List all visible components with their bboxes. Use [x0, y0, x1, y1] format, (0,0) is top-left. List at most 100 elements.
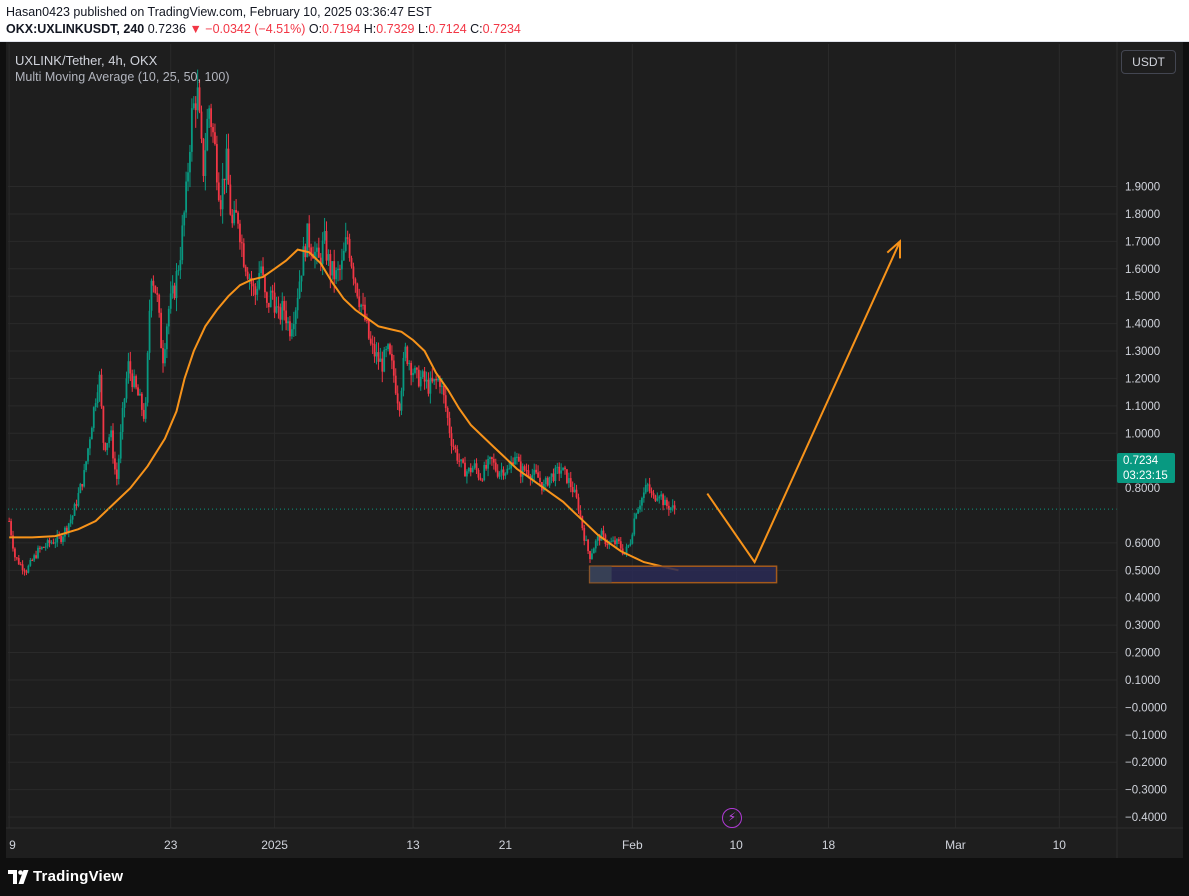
candle-body — [592, 548, 595, 554]
candle-body — [260, 266, 263, 274]
time-axis-label: 10 — [1053, 838, 1067, 852]
candle-body — [475, 463, 478, 470]
candle-body — [90, 427, 93, 440]
candle-body — [75, 504, 78, 506]
tradingview-wordmark[interactable]: TradingView — [33, 868, 123, 885]
candle-body — [190, 108, 193, 152]
candle-body — [104, 442, 107, 451]
candle-body — [429, 377, 432, 394]
candle-body — [323, 231, 326, 241]
candle-body — [333, 261, 336, 280]
candle-body — [516, 456, 518, 458]
candle-body — [656, 498, 659, 501]
candle-body — [431, 377, 434, 382]
candle-body — [206, 118, 209, 151]
candle-body — [31, 560, 34, 562]
candle-body — [123, 398, 126, 408]
price-axis-label: 1.3000 — [1125, 346, 1160, 358]
price-axis-label: 1.4000 — [1125, 319, 1160, 331]
candle-body — [14, 548, 16, 558]
time-axis-label: 2025 — [261, 838, 288, 852]
candle-body — [354, 278, 357, 284]
candle-body — [369, 338, 372, 344]
candle-body — [277, 306, 280, 308]
candle-body — [110, 430, 112, 438]
price-chart[interactable]: 1.9000 1.8000 1.7000 1.6000 1.5000 1.4000 1.30… — [0, 0, 1189, 896]
candle-body — [19, 564, 22, 566]
candle-body — [492, 459, 495, 463]
candle-body — [614, 540, 616, 544]
candle-body — [131, 373, 134, 388]
candle-body — [10, 521, 12, 536]
candle-body — [398, 403, 401, 411]
candle-body — [644, 484, 647, 493]
candle-body — [666, 499, 668, 506]
candle-body — [183, 212, 186, 226]
candle-body — [119, 432, 122, 459]
candle-body — [244, 266, 247, 272]
candle-body — [381, 358, 384, 372]
candle-body — [406, 346, 409, 364]
candle-body — [150, 280, 153, 311]
candle-body — [346, 237, 349, 239]
support-zone-rect — [588, 565, 778, 584]
candle-body — [637, 509, 639, 514]
candle-body — [202, 138, 205, 177]
price-axis-label: 1.6000 — [1125, 264, 1160, 276]
candle-body — [419, 376, 422, 387]
candle-body — [344, 237, 347, 251]
candle-body — [619, 541, 622, 549]
candle-body — [267, 302, 270, 308]
price-axis-label: 1.9000 — [1125, 182, 1160, 194]
candle-body — [616, 539, 618, 544]
candle-body — [539, 477, 541, 483]
candle-body — [135, 376, 137, 388]
candle-body — [425, 379, 428, 382]
candle-body — [352, 266, 355, 279]
candle-body — [365, 319, 368, 321]
candle-body — [554, 467, 557, 481]
candle-body — [660, 494, 663, 497]
lightning-icon[interactable]: ⚡ — [722, 808, 742, 828]
candle-body — [175, 271, 178, 299]
candle-body — [327, 254, 330, 261]
candle-body — [171, 285, 174, 294]
candle-body — [416, 367, 418, 370]
candle-body — [54, 542, 57, 544]
candle-body — [481, 479, 484, 481]
chart-legend-pair: UXLINK/Tether, 4h, OKX — [15, 53, 158, 68]
candle-body — [258, 273, 261, 289]
candle-body — [139, 393, 141, 396]
candle-body — [65, 527, 68, 532]
currency-button[interactable]: USDT — [1121, 50, 1176, 74]
chart-legend-indicator[interactable]: Multi Moving Average (10, 25, 50, 100) — [15, 70, 229, 84]
time-axis-label: Mar — [945, 838, 966, 852]
candle-body — [102, 406, 105, 443]
candle-body — [194, 103, 197, 111]
candle-body — [658, 496, 661, 499]
candle-body — [189, 151, 191, 173]
candle-body — [275, 306, 278, 313]
candle-body — [44, 546, 47, 548]
time-axis-label: 23 — [164, 838, 178, 852]
candle-body — [262, 266, 264, 276]
candle-body — [600, 530, 603, 541]
candle-body — [412, 372, 414, 376]
candle-body — [223, 178, 226, 181]
candle-body — [219, 200, 222, 210]
candle-body — [81, 484, 84, 487]
candle-body — [217, 182, 220, 201]
candle-body — [83, 470, 86, 487]
price-axis-label: −0.4000 — [1125, 812, 1167, 824]
candle-body — [394, 375, 397, 394]
candle-body — [421, 371, 424, 377]
candle-body — [162, 348, 164, 364]
candle-body — [227, 148, 230, 185]
candle-body — [181, 225, 184, 261]
candle-body — [544, 477, 547, 485]
candle-body — [629, 543, 632, 546]
candle-body — [133, 376, 136, 388]
candle-body — [396, 393, 399, 404]
candle-body — [456, 449, 459, 461]
tradingview-logo-icon[interactable] — [8, 868, 30, 886]
